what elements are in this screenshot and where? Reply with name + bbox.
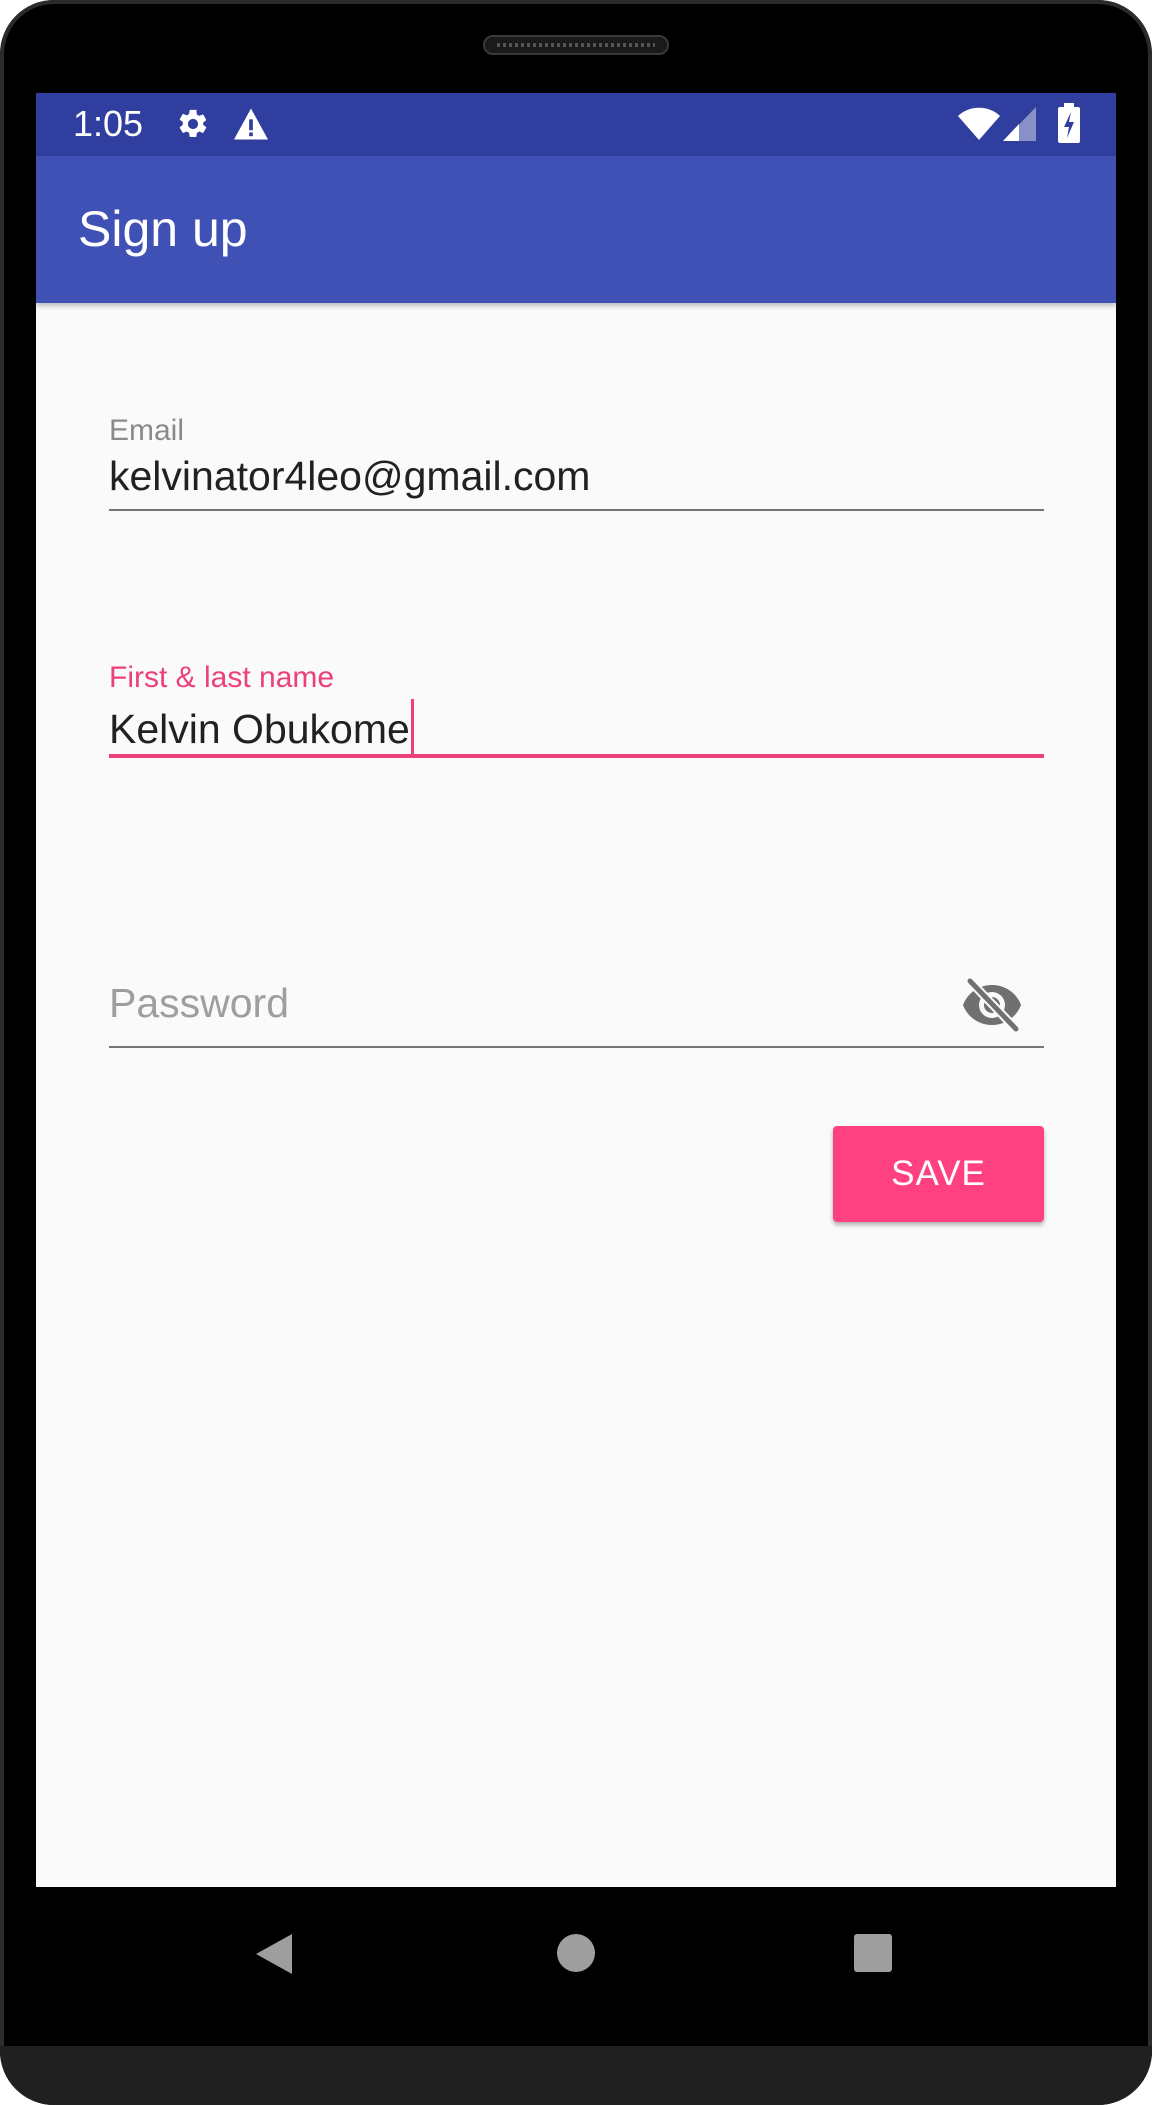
password-field[interactable]: Password [109, 975, 1044, 1055]
name-field[interactable]: First & last name Kelvin Obukome [109, 661, 1044, 781]
status-time: 1:05 [73, 103, 144, 144]
app-bar: Sign up [36, 156, 1116, 303]
speaker-grille [497, 43, 655, 47]
status-bar: 1:05 [36, 93, 1116, 156]
text-cursor [410, 699, 414, 755]
password-underline [109, 1046, 1044, 1048]
email-value[interactable]: kelvinator4leo@gmail.com [109, 452, 590, 500]
page-title: Sign up [78, 201, 248, 257]
navigation-bar [0, 1887, 1152, 2046]
back-icon[interactable] [254, 1932, 294, 1976]
name-value: Kelvin Obukome [109, 706, 410, 752]
bottom-bezel [0, 2046, 1152, 2105]
gear-icon [176, 107, 210, 141]
recents-icon[interactable] [853, 1933, 893, 1973]
email-underline [109, 509, 1044, 511]
email-field[interactable]: Email kelvinator4leo@gmail.com [109, 414, 1044, 534]
battery-charging-icon [1058, 103, 1080, 143]
wifi-icon [957, 107, 1001, 141]
visibility-off-icon[interactable] [962, 976, 1022, 1034]
phone-frame: 1:05 Sign up Email kelvinator4leo@gmail.… [0, 0, 1152, 2105]
cell-signal-icon [1003, 107, 1037, 141]
password-placeholder[interactable]: Password [109, 979, 289, 1027]
name-input[interactable]: Kelvin Obukome [109, 699, 414, 755]
home-icon[interactable] [556, 1933, 596, 1973]
save-button[interactable]: SAVE [833, 1126, 1044, 1222]
earpiece-speaker [483, 35, 669, 55]
app-screen: 1:05 Sign up Email kelvinator4leo@gmail.… [36, 93, 1116, 1887]
name-label: First & last name [109, 661, 335, 694]
name-underline [109, 754, 1044, 758]
email-label: Email [109, 414, 185, 447]
warning-icon [232, 107, 270, 141]
